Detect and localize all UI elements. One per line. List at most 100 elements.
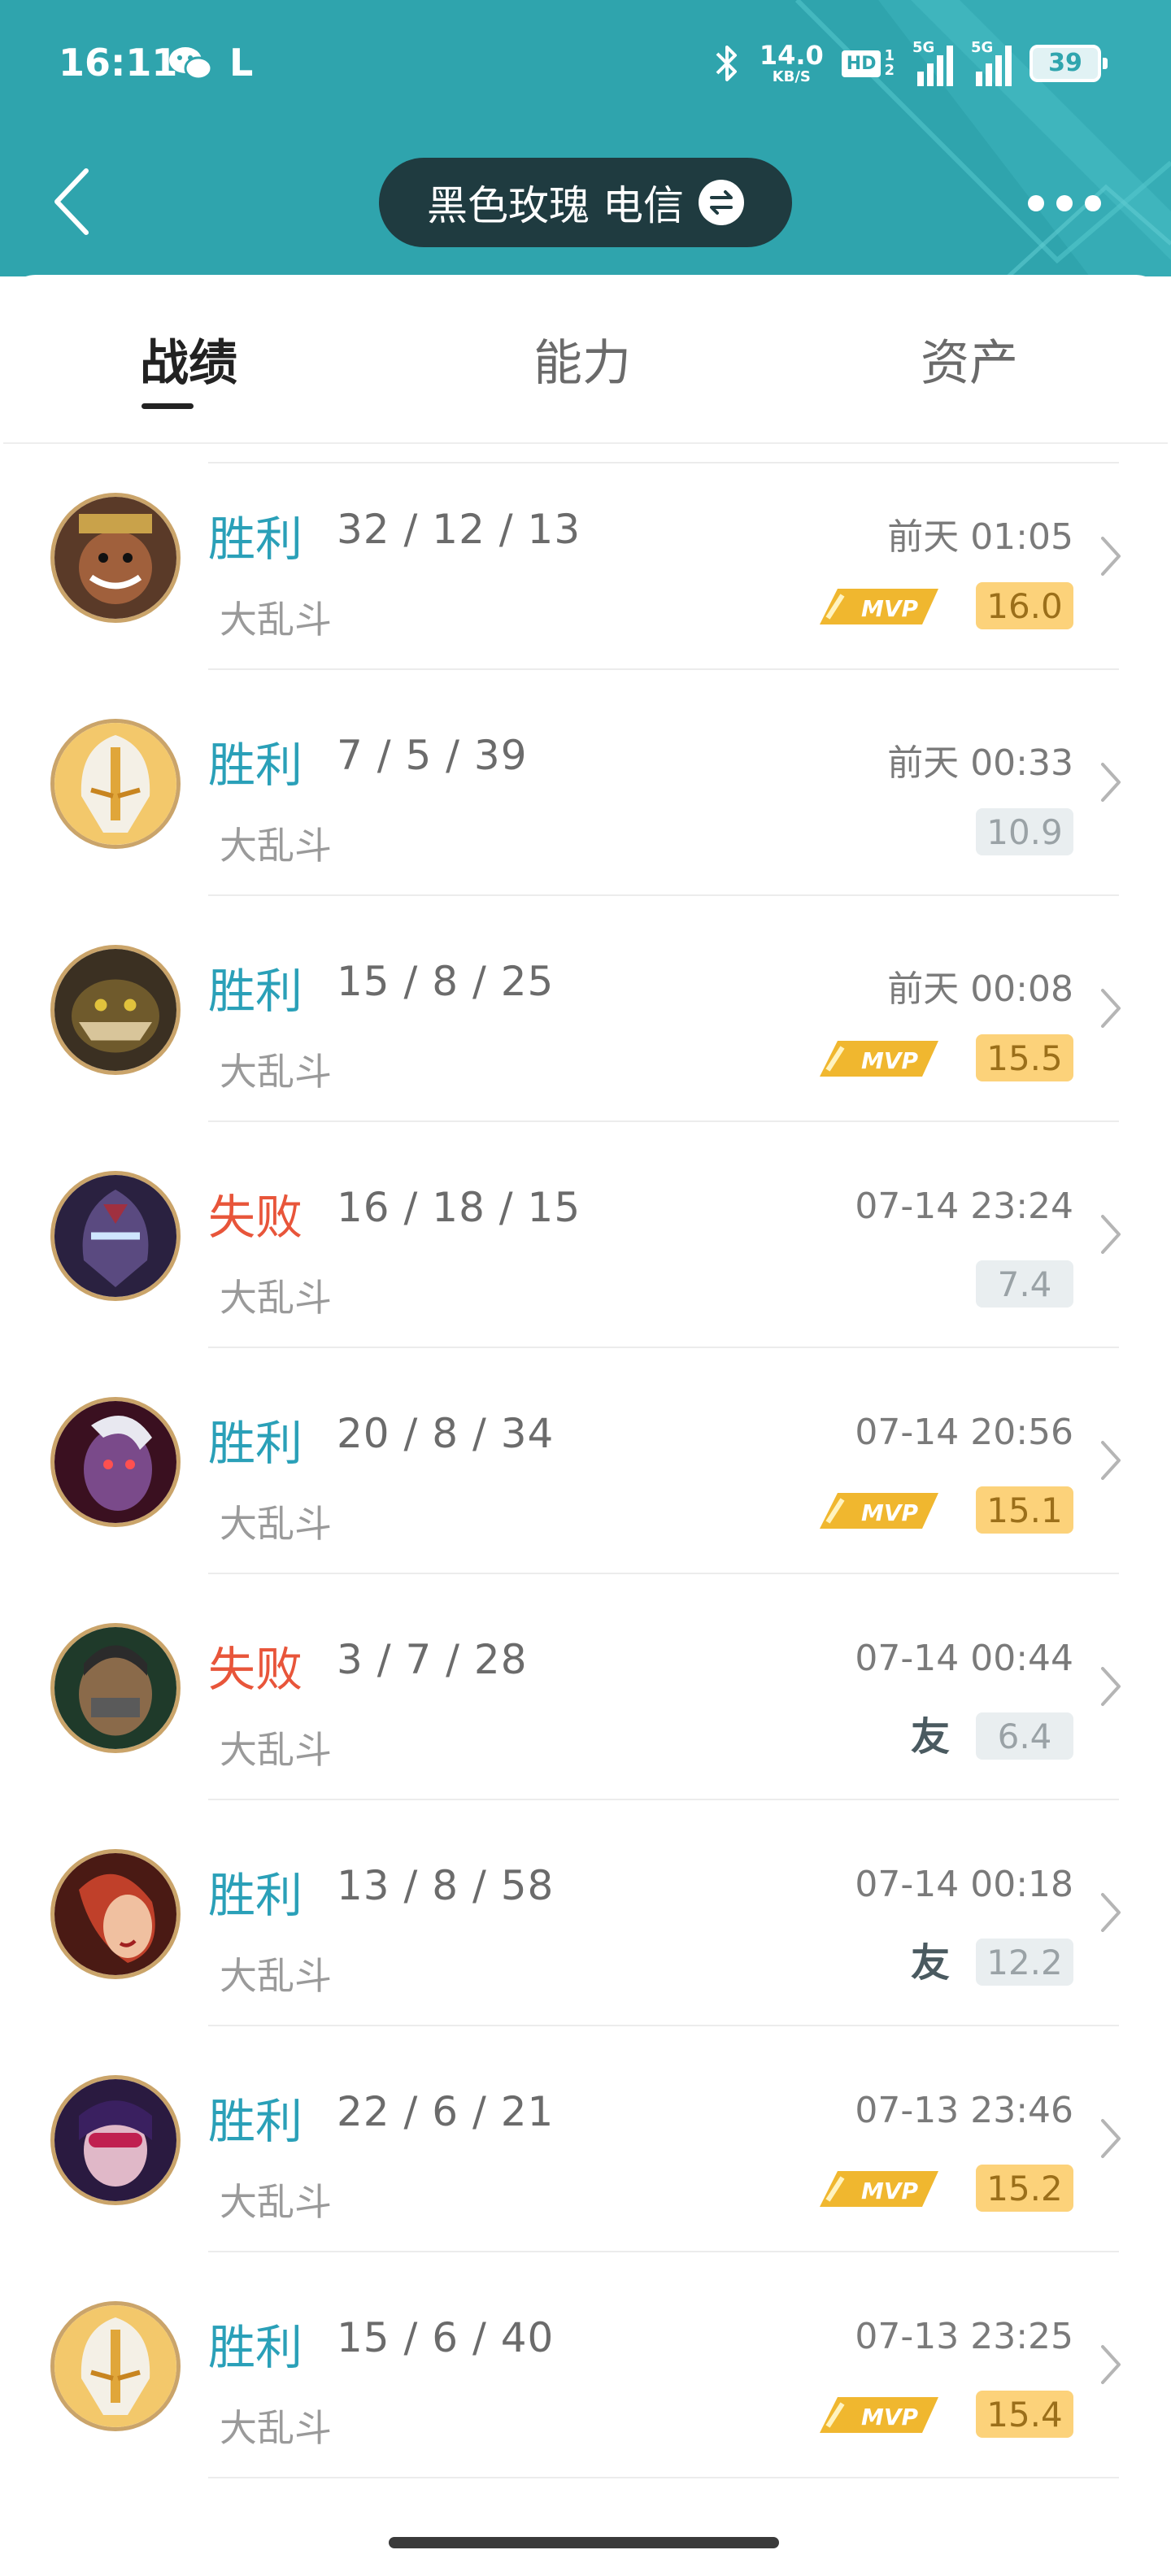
match-mode: 大乱斗 xyxy=(220,598,332,642)
match-result: 胜利 xyxy=(208,1416,303,1471)
mvp-badge-icon: MVP xyxy=(815,2392,943,2438)
battery-icon: 39 xyxy=(1030,45,1108,82)
match-score: 16.0 xyxy=(976,582,1073,629)
match-kda: 16 / 18 / 15 xyxy=(337,1184,581,1231)
match-row[interactable]: 失败 16 / 18 / 15 大乱斗 07-14 23:24 7.4 xyxy=(0,1122,1171,1348)
match-row[interactable]: 胜利 15 / 8 / 25 大乱斗 前天 00:08 MVP 15.5 xyxy=(0,896,1171,1122)
match-kda: 15 / 8 / 25 xyxy=(337,958,555,1005)
match-score: 15.1 xyxy=(976,1486,1073,1534)
more-options-icon[interactable] xyxy=(1028,194,1101,213)
match-time: 07-14 20:56 xyxy=(855,1412,1073,1453)
chevron-right-icon xyxy=(1101,1667,1121,1706)
match-result: 胜利 xyxy=(208,1868,303,1923)
match-time: 前天 00:33 xyxy=(887,742,1073,784)
match-time: 前天 00:08 xyxy=(887,968,1073,1010)
tab-bar: 战绩 能力 资产 xyxy=(3,275,1168,444)
match-score: 15.5 xyxy=(976,1034,1073,1081)
match-result: 失败 xyxy=(208,1190,303,1245)
match-row[interactable]: 胜利 7 / 5 / 39 大乱斗 前天 00:33 10.9 xyxy=(0,670,1171,896)
match-time: 07-14 00:44 xyxy=(855,1638,1073,1679)
hd-sub: 12 xyxy=(884,47,895,79)
match-result: 胜利 xyxy=(208,511,303,567)
match-mode: 大乱斗 xyxy=(220,1276,332,1320)
network-speed: 14.0 KB/S xyxy=(760,42,824,85)
match-mode: 大乱斗 xyxy=(220,2406,332,2450)
tab-record[interactable]: 战绩 xyxy=(140,324,237,394)
match-result: 失败 xyxy=(208,1642,303,1697)
svg-text:MVP: MVP xyxy=(861,1499,919,1526)
match-result: 胜利 xyxy=(208,964,303,1019)
signal2-label: 5G xyxy=(971,39,994,56)
signal1-label: 5G xyxy=(912,39,935,56)
mvp-badge-icon: MVP xyxy=(815,1488,943,1534)
champion-avatar xyxy=(50,493,181,623)
network-speed-value: 14.0 xyxy=(759,40,824,71)
home-indicator[interactable] xyxy=(389,2537,779,2548)
signal-icon-sim2: 5G xyxy=(971,41,1012,86)
match-score: 12.2 xyxy=(976,1939,1073,1986)
back-arrow-icon[interactable] xyxy=(49,163,98,241)
champion-avatar xyxy=(50,1623,181,1753)
top-header: 16:11 L 14.0 KB/S HD 12 5G 5G 39 黑色玫瑰 电信 xyxy=(0,0,1171,276)
match-mode: 大乱斗 xyxy=(220,2180,332,2224)
svg-text:MVP: MVP xyxy=(861,2178,919,2204)
match-kda: 13 / 8 / 58 xyxy=(337,1862,555,1909)
account-switcher[interactable]: 黑色玫瑰 电信 xyxy=(379,158,792,247)
active-tab-indicator xyxy=(141,403,194,409)
match-mode: 大乱斗 xyxy=(220,824,332,868)
match-kda: 22 / 6 / 21 xyxy=(337,2088,555,2135)
mvp-badge-icon: MVP xyxy=(815,1036,943,1081)
bluetooth-icon xyxy=(716,46,737,81)
match-row[interactable]: 胜利 22 / 6 / 21 大乱斗 07-13 23:46 MVP 15.2 xyxy=(0,2026,1171,2252)
battery-level: 39 xyxy=(1033,48,1098,79)
match-mode: 大乱斗 xyxy=(220,1954,332,1998)
row-divider xyxy=(208,2477,1119,2478)
status-carrier-letter: L xyxy=(229,41,254,85)
champion-portrait-icon xyxy=(54,1175,176,1297)
champion-avatar xyxy=(50,1171,181,1301)
friend-badge-icon: 友 xyxy=(911,1714,950,1760)
match-result: 胜利 xyxy=(208,738,303,793)
match-row[interactable]: 胜利 15 / 6 / 40 大乱斗 07-13 23:25 MVP 15.4 xyxy=(0,2252,1171,2478)
hd-label: HD xyxy=(841,50,882,77)
champion-portrait-icon xyxy=(54,723,176,845)
network-speed-unit: KB/S xyxy=(772,68,811,85)
tab-assets[interactable]: 资产 xyxy=(921,324,1018,394)
chevron-right-icon xyxy=(1101,989,1121,1028)
match-row[interactable]: 胜利 32 / 12 / 13 大乱斗 前天 01:05 MVP 16.0 xyxy=(0,444,1171,670)
mvp-badge-icon: MVP xyxy=(815,584,943,629)
match-score: 10.9 xyxy=(976,808,1073,855)
chevron-right-icon xyxy=(1101,537,1121,576)
wechat-icon xyxy=(169,47,213,80)
chevron-right-icon xyxy=(1101,1215,1121,1254)
match-row[interactable]: 失败 3 / 7 / 28 大乱斗 07-14 00:44 友 6.4 xyxy=(0,1574,1171,1800)
signal-icon-sim1: 5G xyxy=(912,41,953,86)
svg-text:MVP: MVP xyxy=(861,2404,919,2430)
chevron-right-icon xyxy=(1101,1441,1121,1480)
status-time: 16:11 xyxy=(59,41,178,85)
match-row[interactable]: 胜利 13 / 8 / 58 大乱斗 07-14 00:18 友 12.2 xyxy=(0,1800,1171,2026)
status-indicators: 14.0 KB/S HD 12 5G 5G 39 xyxy=(714,37,1108,89)
match-kda: 3 / 7 / 28 xyxy=(337,1636,528,1683)
champion-portrait-icon xyxy=(54,1853,176,1975)
svg-text:MVP: MVP xyxy=(861,1047,919,1074)
match-time: 07-13 23:25 xyxy=(855,2316,1073,2357)
swap-icon xyxy=(698,180,744,225)
champion-avatar xyxy=(50,2301,181,2431)
chevron-right-icon xyxy=(1101,763,1121,802)
tab-ability[interactable]: 能力 xyxy=(533,324,631,394)
champion-portrait-icon xyxy=(54,2079,176,2201)
match-time: 前天 01:05 xyxy=(887,516,1073,558)
champion-portrait-icon xyxy=(54,2305,176,2427)
match-mode: 大乱斗 xyxy=(220,1050,332,1094)
svg-text:MVP: MVP xyxy=(861,595,919,622)
match-row[interactable]: 胜利 20 / 8 / 34 大乱斗 07-14 20:56 MVP 15.1 xyxy=(0,1348,1171,1574)
champion-avatar xyxy=(50,2075,181,2205)
match-list: 胜利 32 / 12 / 13 大乱斗 前天 01:05 MVP 16.0 胜利… xyxy=(0,444,1171,2478)
match-kda: 20 / 8 / 34 xyxy=(337,1410,555,1457)
svg-text:友: 友 xyxy=(911,1940,950,1986)
match-time: 07-13 23:46 xyxy=(855,2090,1073,2131)
champion-avatar xyxy=(50,1849,181,1979)
champion-avatar xyxy=(50,945,181,1075)
champion-avatar xyxy=(50,719,181,849)
